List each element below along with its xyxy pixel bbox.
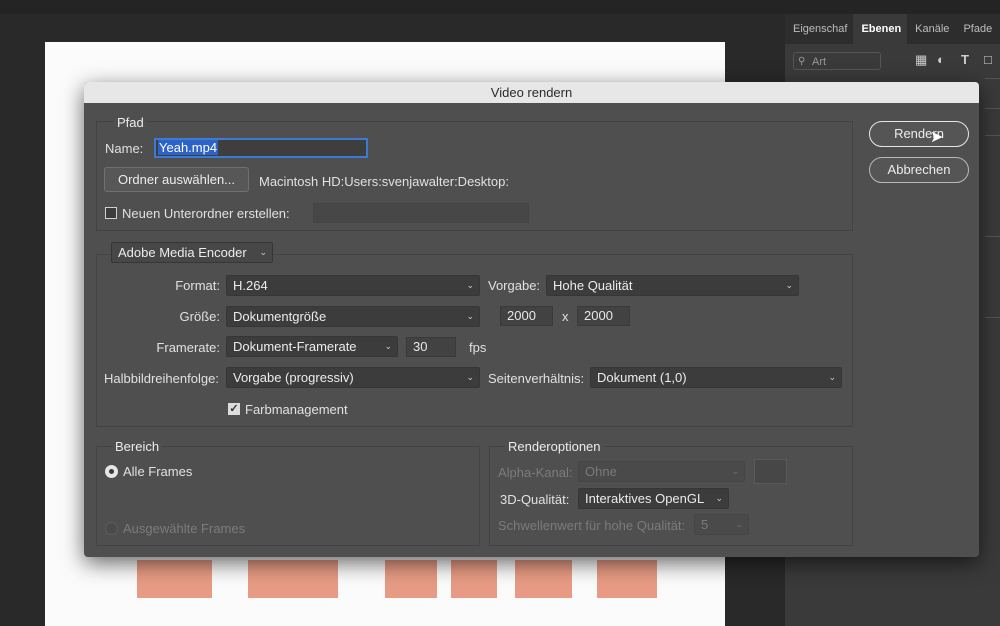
color-management-label: Farbmanagement bbox=[245, 402, 348, 417]
render-options-section-title: Renderoptionen bbox=[505, 439, 604, 454]
width-input[interactable]: 2000 bbox=[500, 306, 553, 326]
chevron-down-icon: ⌄ bbox=[259, 247, 267, 257]
path-section-title: Pfad bbox=[114, 115, 147, 130]
render-video-dialog: Video rendern Pfad Name: Yeah.mp4 Ordner… bbox=[84, 82, 979, 557]
render-button[interactable]: Rendern bbox=[869, 121, 969, 147]
3d-quality-value: Interaktives OpenGL bbox=[585, 491, 705, 506]
alpha-label: Alpha-Kanal: bbox=[498, 465, 573, 480]
fps-unit: fps bbox=[469, 340, 487, 355]
3d-quality-select[interactable]: Interaktives OpenGL ⌄ bbox=[578, 488, 729, 509]
panel-divider bbox=[985, 135, 1000, 136]
fps-input[interactable]: 30 bbox=[406, 337, 456, 357]
preset-select[interactable]: Hohe Qualität ⌄ bbox=[546, 275, 799, 296]
new-subfolder-label: Neuen Unterordner erstellen: bbox=[122, 206, 290, 221]
name-value: Yeah.mp4 bbox=[158, 140, 219, 155]
app-top-bar bbox=[0, 0, 1000, 14]
panel-divider bbox=[985, 78, 1000, 79]
range-section-title: Bereich bbox=[112, 439, 163, 454]
threshold-value: 5 bbox=[701, 517, 709, 532]
format-value: H.264 bbox=[233, 278, 268, 293]
shape-filter-icon[interactable]: □ bbox=[984, 52, 992, 67]
preset-label: Vorgabe: bbox=[488, 278, 541, 293]
dialog-title: Video rendern bbox=[84, 82, 979, 103]
size-label: Größe: bbox=[179, 309, 220, 324]
paint-stroke bbox=[597, 560, 657, 598]
text-filter-icon[interactable]: T bbox=[961, 52, 969, 67]
mouse-pointer-icon: ➤ bbox=[930, 129, 944, 146]
layer-filter-select[interactable]: ⚲ Art bbox=[793, 52, 881, 70]
preset-value: Hohe Qualität bbox=[553, 278, 633, 293]
new-subfolder-checkbox[interactable] bbox=[105, 207, 117, 219]
panel-divider bbox=[985, 236, 1000, 237]
paint-stroke bbox=[385, 560, 437, 598]
chevron-down-icon: ⌄ bbox=[466, 372, 474, 382]
chevron-down-icon: ⌄ bbox=[466, 280, 474, 290]
chevron-down-icon: ⌄ bbox=[828, 372, 836, 382]
field-order-label: Halbbildreihenfolge: bbox=[104, 371, 219, 386]
framerate-select[interactable]: Dokument-Framerate ⌄ bbox=[226, 336, 398, 357]
format-select[interactable]: H.264 ⌄ bbox=[226, 275, 480, 296]
folder-path: Macintosh HD:Users:svenjawalter:Desktop: bbox=[259, 174, 509, 189]
selected-frames-radio[interactable] bbox=[105, 522, 118, 535]
name-label: Name: bbox=[105, 141, 144, 156]
times-label: x bbox=[562, 309, 569, 324]
tab-ebenen[interactable]: Ebenen bbox=[853, 14, 908, 44]
panel-divider bbox=[985, 108, 1000, 109]
framerate-value: Dokument-Framerate bbox=[233, 339, 357, 354]
encoder-value: Adobe Media Encoder bbox=[118, 245, 247, 260]
paint-stroke bbox=[515, 560, 572, 598]
layer-filter-value: Art bbox=[812, 56, 827, 68]
subfolder-name-input[interactable] bbox=[313, 203, 529, 223]
paint-stroke bbox=[137, 560, 212, 598]
size-select[interactable]: Dokumentgröße ⌄ bbox=[226, 306, 480, 327]
color-management-checkbox[interactable]: ✓ bbox=[228, 403, 240, 415]
image-filter-icon[interactable]: ▦ bbox=[915, 52, 927, 68]
chevron-down-icon: ⌄ bbox=[785, 280, 793, 290]
field-order-value: Vorgabe (progressiv) bbox=[233, 370, 354, 385]
panel-tabs: Eigenschaf Ebenen Kanäle Pfade bbox=[785, 14, 1000, 44]
panel-divider bbox=[985, 317, 1000, 318]
format-label: Format: bbox=[175, 278, 220, 293]
chevron-down-icon: ⌄ bbox=[384, 341, 392, 351]
all-frames-label: Alle Frames bbox=[123, 464, 193, 479]
aspect-select[interactable]: Dokument (1,0) ⌄ bbox=[590, 367, 842, 388]
name-input[interactable]: Yeah.mp4 bbox=[154, 138, 368, 158]
paint-stroke bbox=[248, 560, 338, 598]
3d-quality-label: 3D-Qualität: bbox=[500, 492, 570, 507]
size-value: Dokumentgröße bbox=[233, 309, 327, 324]
tab-eigenschaften[interactable]: Eigenschaf bbox=[785, 14, 853, 44]
choose-folder-button[interactable]: Ordner auswählen... bbox=[104, 167, 249, 192]
field-order-select[interactable]: Vorgabe (progressiv) ⌄ bbox=[226, 367, 480, 388]
all-frames-radio[interactable] bbox=[105, 465, 118, 478]
tab-kanaele[interactable]: Kanäle bbox=[907, 14, 955, 44]
adjustment-filter-icon[interactable]: ◐ bbox=[937, 52, 945, 67]
alpha-color-swatch[interactable] bbox=[754, 459, 787, 484]
selected-frames-label: Ausgewählte Frames bbox=[123, 521, 246, 536]
encoder-select[interactable]: Adobe Media Encoder ⌄ bbox=[111, 242, 273, 263]
chevron-down-icon: ⌄ bbox=[466, 311, 474, 321]
cancel-button[interactable]: Abbrechen bbox=[869, 157, 969, 183]
chevron-down-icon: ⌄ bbox=[715, 493, 723, 503]
alpha-value: Ohne bbox=[585, 464, 617, 479]
chevron-down-icon: ⌄ bbox=[731, 466, 739, 476]
framerate-label: Framerate: bbox=[156, 340, 220, 355]
threshold-select[interactable]: 5 ⌄ bbox=[694, 514, 749, 535]
tab-pfade[interactable]: Pfade bbox=[955, 14, 998, 44]
chevron-down-icon: ⌄ bbox=[735, 519, 743, 529]
alpha-select[interactable]: Ohne ⌄ bbox=[578, 461, 745, 482]
paint-stroke bbox=[451, 560, 497, 598]
search-icon: ⚲ bbox=[798, 56, 806, 67]
threshold-label: Schwellenwert für hohe Qualität: bbox=[498, 518, 686, 533]
aspect-label: Seitenverhältnis: bbox=[488, 371, 585, 386]
aspect-value: Dokument (1,0) bbox=[597, 370, 687, 385]
height-input[interactable]: 2000 bbox=[577, 306, 630, 326]
